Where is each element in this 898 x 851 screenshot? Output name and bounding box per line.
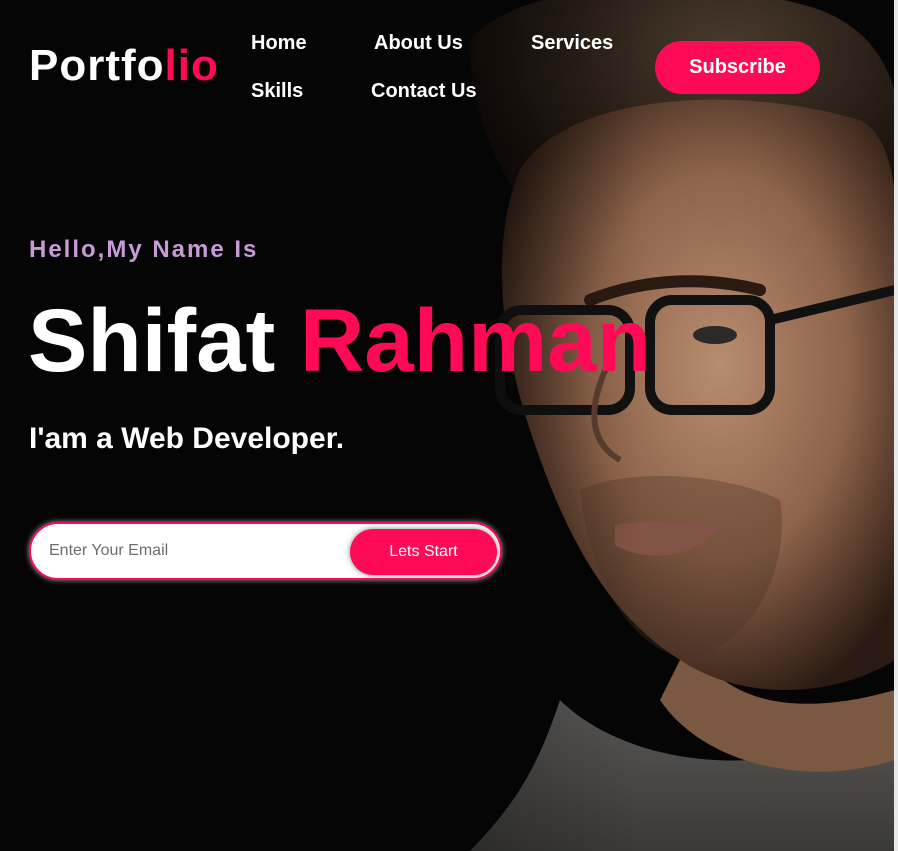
logo-text-accent: lio xyxy=(164,41,219,90)
hero-first-name: Shifat xyxy=(28,290,276,390)
email-signup-form: Lets Start xyxy=(29,522,502,580)
hero-section: Portfolio Home About Us Services Skills … xyxy=(0,0,898,851)
email-input[interactable] xyxy=(49,536,349,566)
nav-link-about[interactable]: About Us xyxy=(374,33,463,53)
subscribe-button[interactable]: Subscribe xyxy=(655,41,820,94)
nav-link-contact[interactable]: Contact Us xyxy=(371,81,477,101)
hero-greeting: Hello,My Name Is xyxy=(29,236,259,263)
hero-name: Shifat Rahman xyxy=(28,296,651,385)
scrollbar[interactable] xyxy=(894,0,898,851)
nav-link-skills[interactable]: Skills xyxy=(251,81,303,101)
logo-text-primary: Portfo xyxy=(29,41,165,90)
hero-last-name: Rahman xyxy=(299,290,652,390)
site-logo[interactable]: Portfolio xyxy=(29,44,219,88)
lets-start-button[interactable]: Lets Start xyxy=(350,529,497,575)
hero-role: I'am a Web Developer. xyxy=(29,422,345,455)
nav-link-services[interactable]: Services xyxy=(531,33,613,53)
nav-link-home[interactable]: Home xyxy=(251,33,307,53)
